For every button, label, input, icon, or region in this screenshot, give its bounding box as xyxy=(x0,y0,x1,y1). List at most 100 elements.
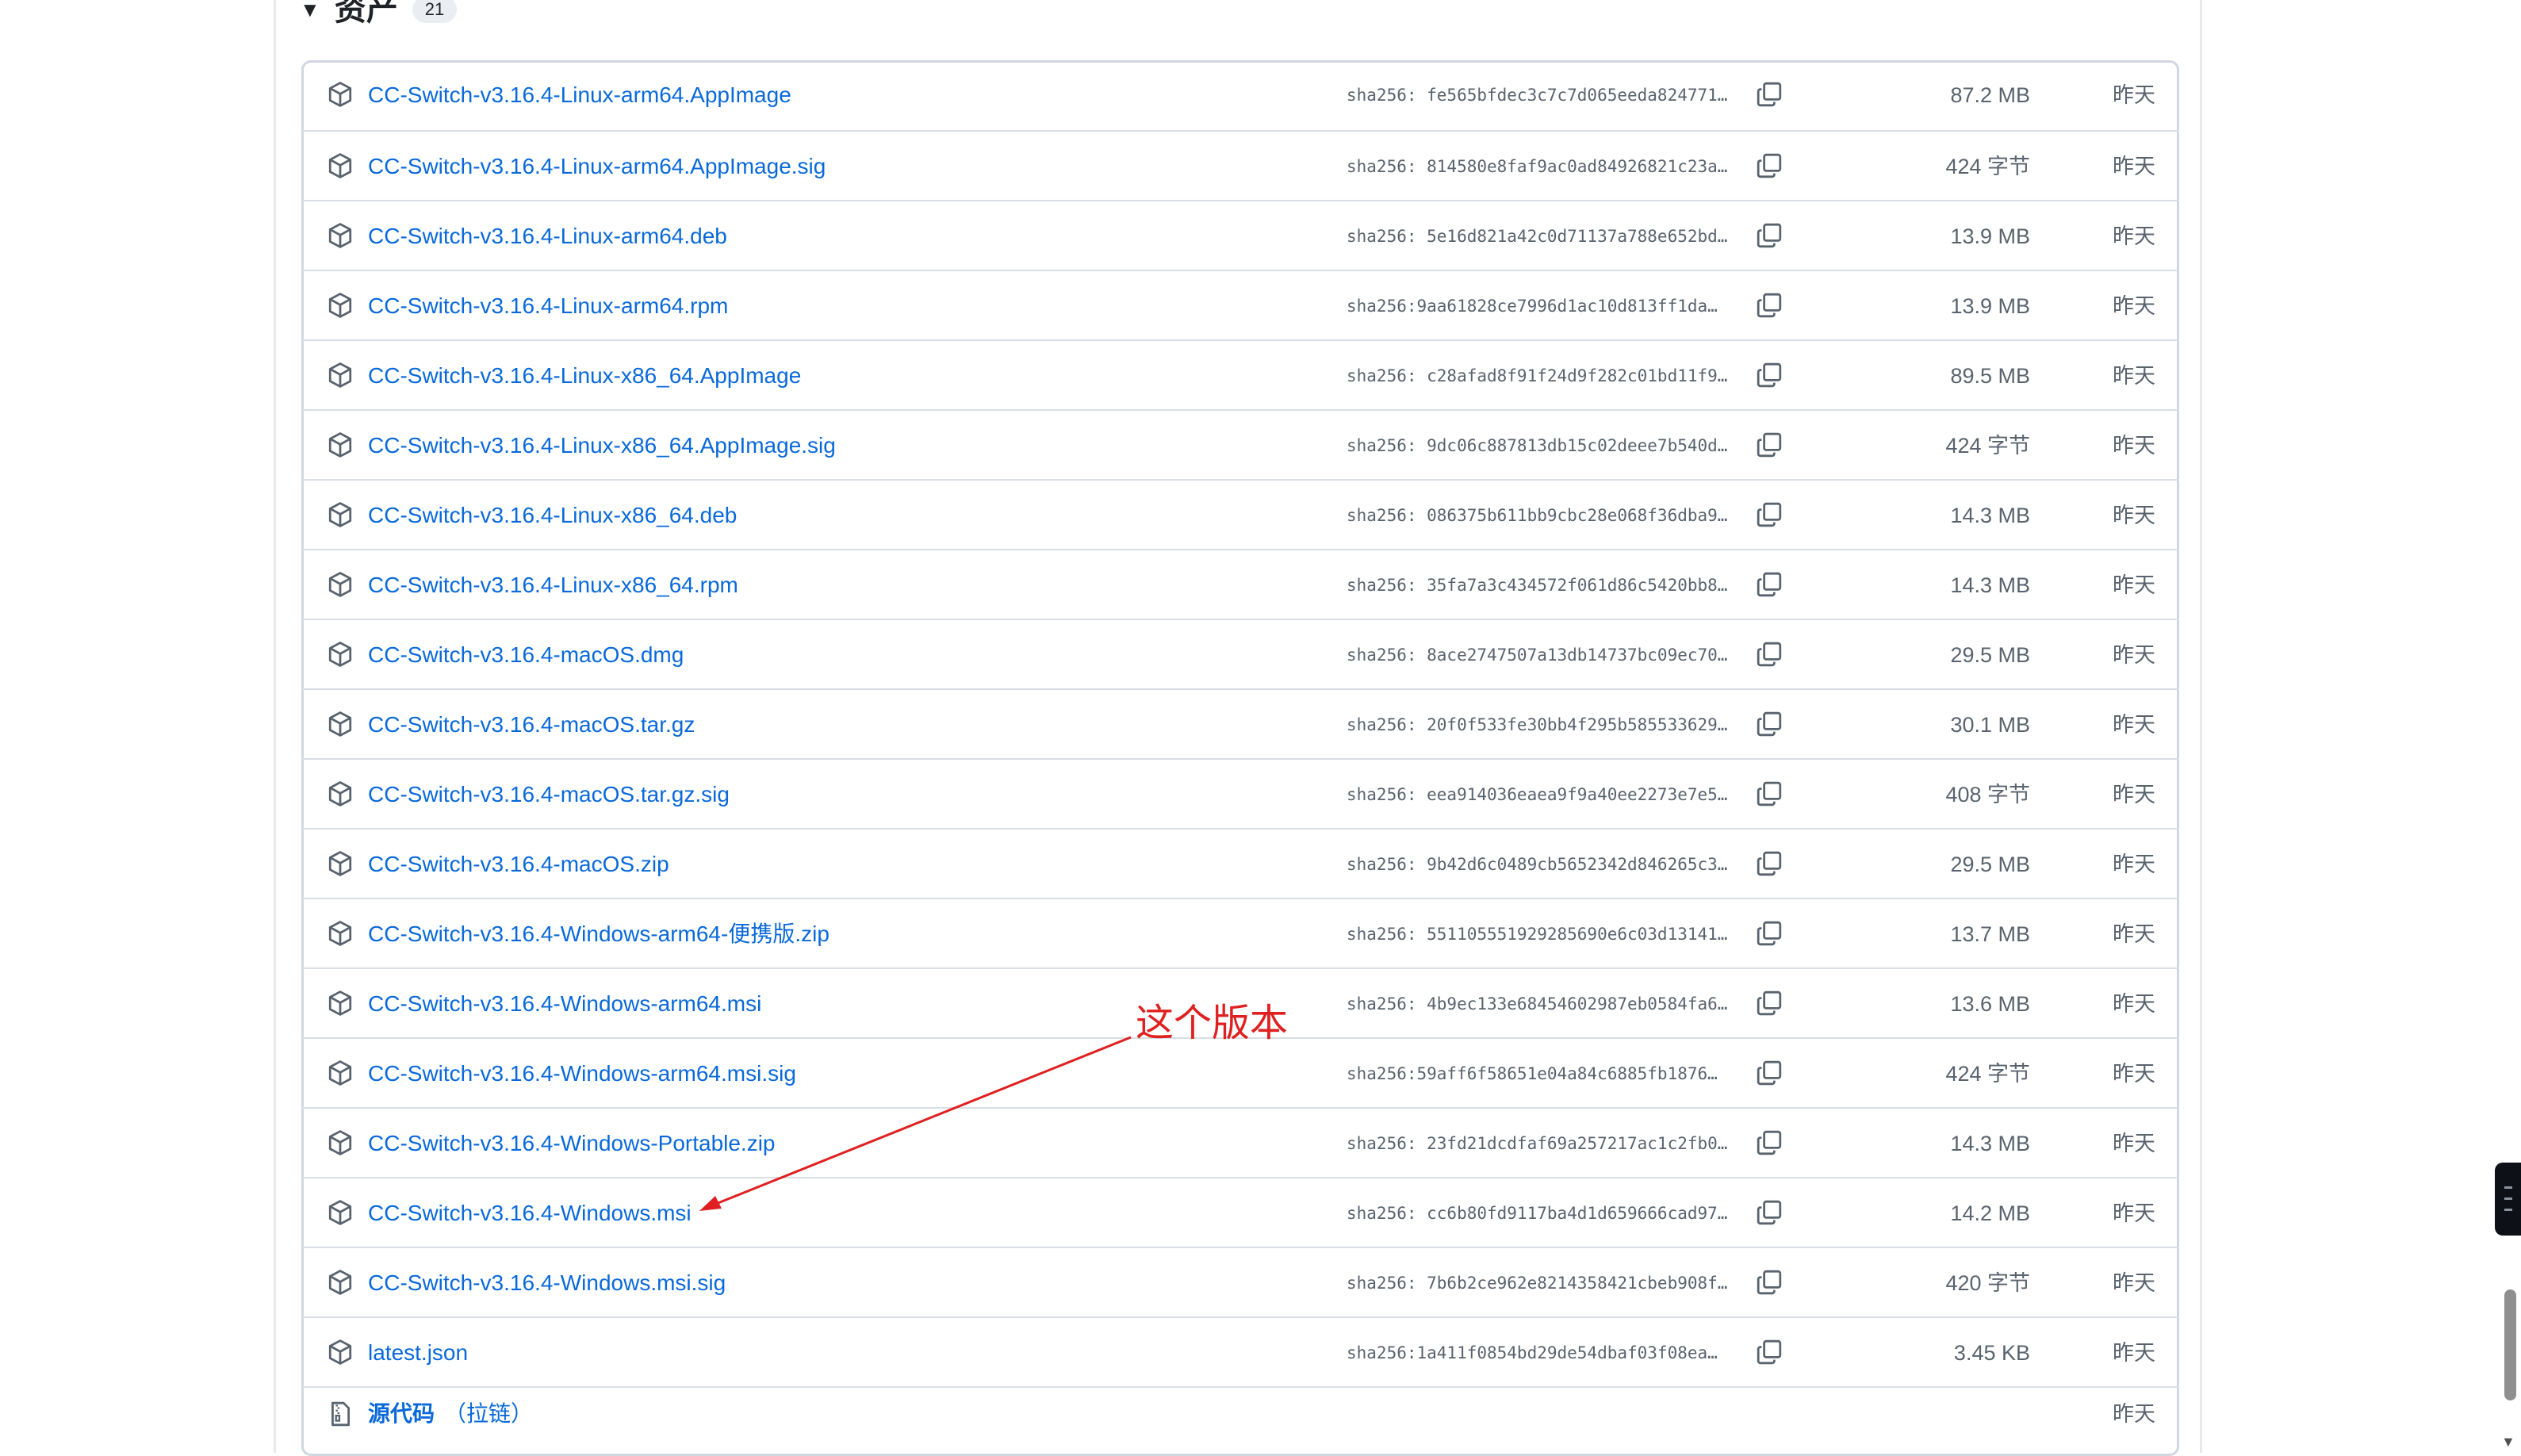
package-icon xyxy=(327,431,354,458)
package-icon xyxy=(327,1199,354,1226)
copy-icon[interactable] xyxy=(1756,1339,1783,1366)
source-code-date: 昨天 xyxy=(2113,1402,2155,1426)
package-icon xyxy=(327,1269,354,1296)
asset-sha256: sha256: eea914036eaea9f9a40ee2273e7e5… xyxy=(1347,785,1728,804)
copy-icon[interactable] xyxy=(1756,641,1783,668)
asset-date: 昨天 xyxy=(2113,573,2155,597)
asset-sha256: sha256: 35fa7a3c434572f061d86c5420bb8… xyxy=(1347,576,1728,595)
asset-date: 昨天 xyxy=(2113,1271,2155,1295)
asset-date: 昨天 xyxy=(2113,83,2155,107)
asset-download-link[interactable]: CC-Switch-v3.16.4-macOS.tar.gz.sig xyxy=(368,760,730,830)
asset-sha256: sha256:59aff6f58651e04a84c6885fb1876… xyxy=(1347,1064,1718,1083)
copy-icon[interactable] xyxy=(1756,780,1783,807)
asset-download-link[interactable]: CC-Switch-v3.16.4-Windows-arm64.msi xyxy=(368,969,761,1039)
asset-download-link[interactable]: CC-Switch-v3.16.4-Linux-x86_64.deb xyxy=(368,481,737,550)
asset-sha256: sha256: 5e16d821a42c0d71137a788e652bd… xyxy=(1347,227,1728,246)
copy-icon[interactable] xyxy=(1756,850,1783,877)
asset-row: CC-Switch-v3.16.4-Windows.msi sha256: cc6… xyxy=(301,1177,2179,1247)
assets-title: 资产 xyxy=(334,0,398,27)
package-icon xyxy=(327,990,354,1017)
package-icon xyxy=(327,1059,354,1086)
asset-download-link[interactable]: CC-Switch-v3.16.4-Linux-arm64.AppImage.s… xyxy=(368,132,826,201)
asset-row: CC-Switch-v3.16.4-Linux-arm64.AppImage sh… xyxy=(301,60,2179,130)
copy-icon[interactable] xyxy=(1756,501,1783,528)
asset-sha256: sha256: fe565bfdec3c7c7d065eeda824771… xyxy=(1347,86,1728,105)
asset-download-link[interactable]: CC-Switch-v3.16.4-Linux-arm64.rpm xyxy=(368,271,728,341)
asset-size: 13.6 MB xyxy=(1950,992,2030,1016)
asset-date: 昨天 xyxy=(2113,155,2155,178)
copy-icon[interactable] xyxy=(1756,292,1783,319)
asset-download-link[interactable]: CC-Switch-v3.16.4-Linux-x86_64.AppImage xyxy=(368,341,801,411)
asset-sha256: sha256: 8ace2747507a13db14737bc09ec70… xyxy=(1347,646,1728,665)
source-code-type-link[interactable]: （拉链） xyxy=(444,1388,533,1440)
copy-icon[interactable] xyxy=(1756,362,1783,389)
asset-download-link[interactable]: latest.json xyxy=(368,1318,468,1388)
asset-download-link[interactable]: CC-Switch-v3.16.4-Linux-x86_64.rpm xyxy=(368,550,738,620)
asset-date: 昨天 xyxy=(2113,922,2155,946)
copy-icon[interactable] xyxy=(1756,1129,1783,1156)
asset-row: CC-Switch-v3.16.4-Windows.msi.sig sha256:… xyxy=(301,1247,2179,1316)
asset-date: 昨天 xyxy=(2113,294,2155,318)
asset-download-link[interactable]: CC-Switch-v3.16.4-macOS.dmg xyxy=(368,620,684,690)
copy-icon[interactable] xyxy=(1756,711,1783,738)
asset-download-link[interactable]: CC-Switch-v3.16.4-Windows.msi xyxy=(368,1178,692,1248)
scrollbar-thumb[interactable] xyxy=(2504,1289,2516,1400)
asset-date: 昨天 xyxy=(2113,643,2155,667)
asset-download-link[interactable]: CC-Switch-v3.16.4-Windows-arm64.msi.sig xyxy=(368,1039,796,1109)
asset-row: CC-Switch-v3.16.4-Linux-arm64.deb sha256:… xyxy=(301,200,2179,270)
copy-icon[interactable] xyxy=(1756,1059,1783,1086)
scroll-down-arrow-icon[interactable]: ▼ xyxy=(2501,1434,2515,1450)
package-icon xyxy=(327,81,354,108)
copy-icon[interactable] xyxy=(1756,222,1783,249)
copy-icon[interactable] xyxy=(1756,431,1783,458)
package-icon xyxy=(327,152,354,179)
page-left-border xyxy=(274,0,276,1453)
asset-date: 昨天 xyxy=(2113,434,2155,458)
asset-size: 14.2 MB xyxy=(1950,1201,2030,1225)
asset-date: 昨天 xyxy=(2113,1341,2155,1365)
asset-sha256: sha256: 7b6b2ce962e8214358421cbeb908f… xyxy=(1347,1274,1728,1293)
caret-down-icon[interactable]: ▼ xyxy=(300,0,320,20)
asset-sha256: sha256: 9dc06c887813db15c02deee7b540d… xyxy=(1347,436,1728,455)
asset-size: 87.2 MB xyxy=(1950,83,2030,107)
copy-icon[interactable] xyxy=(1756,1269,1783,1296)
copy-icon[interactable] xyxy=(1756,152,1783,179)
side-panel-toggle[interactable] xyxy=(2495,1163,2521,1236)
asset-sha256: sha256: 9b42d6c0489cb5652342d846265c3… xyxy=(1347,855,1728,874)
copy-icon[interactable] xyxy=(1756,1199,1783,1226)
asset-size: 3.45 KB xyxy=(1953,1341,2030,1365)
package-icon xyxy=(327,1339,354,1366)
source-code-row: 源代码 （拉链） 昨天 xyxy=(301,1386,2179,1442)
asset-download-link[interactable]: CC-Switch-v3.16.4-Linux-x86_64.AppImage.… xyxy=(368,411,836,481)
package-icon xyxy=(327,362,354,389)
asset-date: 昨天 xyxy=(2113,783,2155,807)
asset-download-link[interactable]: CC-Switch-v3.16.4-Windows.msi.sig xyxy=(368,1248,726,1318)
copy-icon[interactable] xyxy=(1756,81,1783,108)
asset-download-link[interactable]: CC-Switch-v3.16.4-Windows-arm64-便携版.zip xyxy=(368,899,829,969)
asset-sha256: sha256: 814580e8faf9ac0ad84926821c23a… xyxy=(1347,157,1728,176)
asset-row: CC-Switch-v3.16.4-Linux-x86_64.deb sha256… xyxy=(301,479,2179,549)
file-zip-icon xyxy=(327,1400,354,1427)
copy-icon[interactable] xyxy=(1756,920,1783,947)
copy-icon[interactable] xyxy=(1756,571,1783,598)
asset-download-link[interactable]: CC-Switch-v3.16.4-macOS.zip xyxy=(368,830,669,899)
asset-download-link[interactable]: CC-Switch-v3.16.4-Windows-Portable.zip xyxy=(368,1109,776,1178)
package-icon xyxy=(327,501,354,528)
asset-row: CC-Switch-v3.16.4-Linux-arm64.rpm sha256:… xyxy=(301,270,2179,339)
source-code-link[interactable]: 源代码 xyxy=(368,1388,435,1440)
asset-sha256: sha256: 551105551929285690e6c03d13141… xyxy=(1347,925,1728,944)
asset-date: 昨天 xyxy=(2113,1132,2155,1155)
asset-download-link[interactable]: CC-Switch-v3.16.4-Linux-arm64.AppImage xyxy=(368,60,791,130)
asset-date: 昨天 xyxy=(2113,504,2155,527)
asset-size: 13.9 MB xyxy=(1950,224,2030,248)
asset-size: 89.5 MB xyxy=(1950,364,2030,388)
asset-size: 14.3 MB xyxy=(1950,504,2030,527)
asset-row: CC-Switch-v3.16.4-Windows-arm64-便携版.zip s… xyxy=(301,898,2179,967)
asset-size: 30.1 MB xyxy=(1950,713,2030,737)
asset-date: 昨天 xyxy=(2113,224,2155,248)
assets-header[interactable]: ▼ 资产 21 xyxy=(300,0,458,27)
asset-download-link[interactable]: CC-Switch-v3.16.4-macOS.tar.gz xyxy=(368,690,695,760)
asset-row: CC-Switch-v3.16.4-Linux-x86_64.rpm sha256… xyxy=(301,549,2179,619)
copy-icon[interactable] xyxy=(1756,990,1783,1017)
asset-download-link[interactable]: CC-Switch-v3.16.4-Linux-arm64.deb xyxy=(368,201,727,271)
